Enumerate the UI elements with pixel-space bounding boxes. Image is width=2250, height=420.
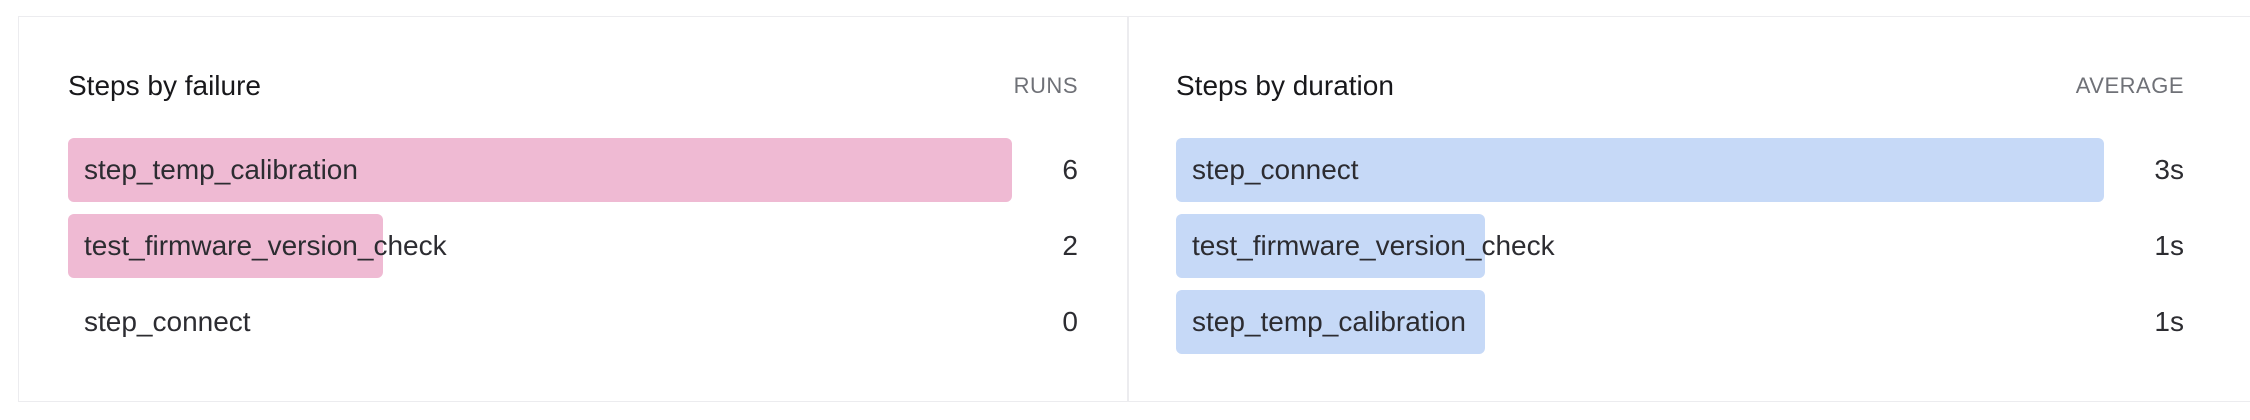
run-count: 0 bbox=[1062, 306, 1078, 337]
step-name: test_firmware_version_check bbox=[84, 230, 447, 261]
duration-row[interactable]: test_firmware_version_check 1s bbox=[1176, 214, 2184, 278]
duration-row[interactable]: step_temp_calibration 1s bbox=[1176, 290, 2184, 354]
run-count: 2 bbox=[1062, 230, 1078, 261]
steps-by-failure-panel: Steps by failure RUNS step_temp_calibrat… bbox=[68, 0, 1078, 420]
panel-header: Steps by duration AVERAGE bbox=[1176, 68, 2184, 104]
panel-header: Steps by failure RUNS bbox=[68, 68, 1078, 104]
step-name: step_temp_calibration bbox=[84, 154, 358, 185]
metric-column-label: RUNS bbox=[1013, 73, 1078, 98]
panel-divider bbox=[1127, 17, 1129, 401]
step-name: step_temp_calibration bbox=[1192, 306, 1466, 337]
run-count: 6 bbox=[1062, 154, 1078, 185]
step-name: test_firmware_version_check bbox=[1192, 230, 1555, 261]
panel-title: Steps by duration bbox=[1176, 70, 1394, 101]
duration-row[interactable]: step_connect 3s bbox=[1176, 138, 2184, 202]
step-name: step_connect bbox=[84, 306, 251, 337]
average-duration: 1s bbox=[2154, 230, 2184, 261]
step-name: step_connect bbox=[1192, 154, 1359, 185]
average-duration: 3s bbox=[2154, 154, 2184, 185]
failure-row[interactable]: step_connect 0 bbox=[68, 290, 1078, 354]
metric-column-label: AVERAGE bbox=[2075, 73, 2184, 98]
panel-title: Steps by failure bbox=[68, 70, 261, 101]
failure-row[interactable]: test_firmware_version_check 2 bbox=[68, 214, 1078, 278]
steps-by-duration-panel: Steps by duration AVERAGE step_connect 3… bbox=[1176, 0, 2184, 420]
average-duration: 1s bbox=[2154, 306, 2184, 337]
failure-row[interactable]: step_temp_calibration 6 bbox=[68, 138, 1078, 202]
